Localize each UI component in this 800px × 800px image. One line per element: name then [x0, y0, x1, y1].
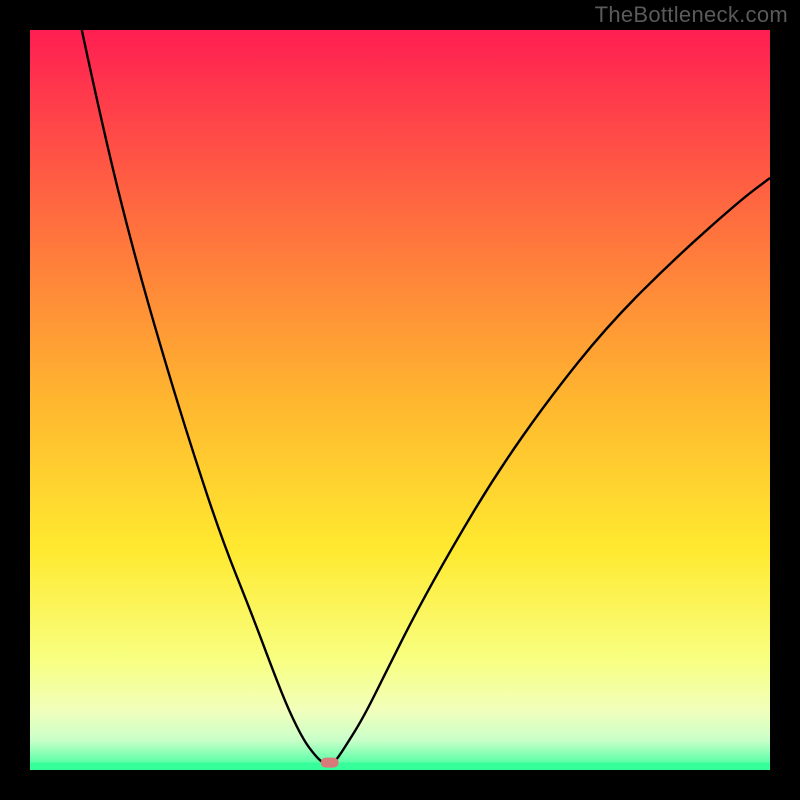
minimum-marker-icon	[321, 758, 339, 768]
watermark-label: TheBottleneck.com	[595, 2, 788, 28]
chart-container: TheBottleneck.com	[0, 0, 800, 800]
optimal-band	[30, 763, 770, 770]
bottleneck-chart	[30, 30, 770, 770]
gradient-background	[30, 30, 770, 770]
plot-area	[30, 30, 770, 770]
